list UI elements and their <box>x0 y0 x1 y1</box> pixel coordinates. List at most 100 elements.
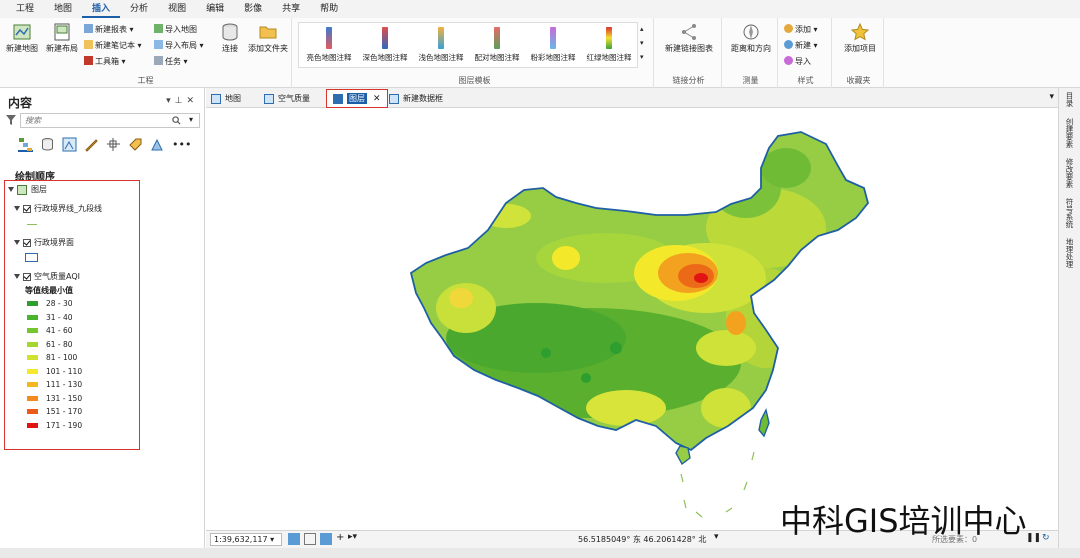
play-icon[interactable]: ▸▾ <box>348 532 357 542</box>
tab-project[interactable]: 工程 <box>6 0 44 18</box>
legend-swatch <box>27 368 38 374</box>
list-by-perspective-icon[interactable] <box>150 137 165 152</box>
import-layout-button[interactable]: 导入布局 ▾ <box>154 40 204 51</box>
view-tab-layers[interactable]: 图层 ✕ <box>326 89 388 108</box>
import-map-icon <box>154 24 163 33</box>
map-view[interactable] <box>206 108 1058 530</box>
layer-visibility-checkbox[interactable] <box>23 238 31 247</box>
pane-controls: ▾⊥✕ <box>166 96 198 106</box>
rail-tab-geoprocessing[interactable]: 地理处理 <box>1064 238 1075 268</box>
ribbon-tab-bar: 工程 地图 插入 分析 视图 编辑 影像 共享 帮助 <box>0 0 1080 18</box>
refresh-icon[interactable]: ↻ <box>1042 533 1050 543</box>
tab-insert[interactable]: 插入 <box>82 0 121 18</box>
legend-label: 131 - 150 <box>46 393 83 403</box>
tab-imagery[interactable]: 影像 <box>234 0 272 18</box>
style-new-button[interactable]: 新建 ▾ <box>784 40 818 51</box>
view-tab-air-quality[interactable]: 空气质量 <box>264 91 310 106</box>
template-pastel[interactable]: 粉彩地图注释 <box>525 25 581 63</box>
toolbox-button[interactable]: 工具箱 ▾ <box>84 56 126 67</box>
tree-root-row[interactable]: 图层 <box>8 184 47 195</box>
new-report-button[interactable]: 新建报表 ▾ <box>84 24 134 35</box>
list-by-selection-icon[interactable] <box>62 137 77 152</box>
color-ramp-icon <box>326 27 332 49</box>
project-group-label: 工程 <box>137 76 154 85</box>
layer-visibility-checkbox[interactable] <box>23 204 31 213</box>
rail-tab-symbology[interactable]: 符号系统 <box>1064 198 1075 228</box>
expand-icon[interactable] <box>14 274 20 279</box>
navigate-icon[interactable]: + <box>336 532 344 543</box>
search-icon[interactable] <box>172 116 181 125</box>
tab-map[interactable]: 地图 <box>44 0 82 18</box>
gallery-expand[interactable]: ▾ <box>640 52 644 63</box>
new-layout-button[interactable]: 新建布局 <box>42 22 82 54</box>
pause-icon[interactable]: ❚❚ <box>1026 533 1041 543</box>
new-link-chart-label: 新建链接图表 <box>665 44 713 53</box>
legend-swatch <box>27 382 38 387</box>
list-by-labeling-icon[interactable] <box>128 137 143 152</box>
add-item-button[interactable]: 添加项目 <box>838 22 882 54</box>
expand-icon[interactable] <box>14 206 20 211</box>
hainan-island <box>675 445 691 466</box>
gallery-scroll-up[interactable]: ▴ <box>640 24 644 35</box>
tab-overflow-icon[interactable]: ▾ <box>1049 92 1054 102</box>
tab-share[interactable]: 共享 <box>272 0 310 18</box>
legend-label: 151 - 170 <box>46 407 83 416</box>
extent-icon[interactable] <box>320 533 332 545</box>
view-tab-map[interactable]: 地图 <box>211 91 241 106</box>
view-tab-new-data-frame[interactable]: 新建数据框 <box>389 91 443 106</box>
layer-row-admin-boundary[interactable]: 行政境界面 <box>14 237 74 248</box>
rail-tab-catalog[interactable]: 目录 <box>1064 92 1075 107</box>
style-import-button[interactable]: 导入 <box>784 56 811 67</box>
measure-label: 测量 <box>742 76 759 85</box>
tab-help[interactable]: 帮助 <box>310 0 348 18</box>
new-map-icon <box>13 24 31 40</box>
tab-analysis[interactable]: 分析 <box>120 0 158 18</box>
legend-swatch <box>27 341 38 347</box>
close-icon[interactable]: ✕ <box>186 96 198 106</box>
rail-tab-modify-features[interactable]: 修改要素 <box>1064 158 1075 188</box>
view-tab-label: 新建数据框 <box>403 94 443 103</box>
import-map-button[interactable]: 导入地图 <box>154 24 197 35</box>
layer-visibility-checkbox[interactable] <box>23 272 31 281</box>
layer-row-nine-dash[interactable]: 行政境界线_九段线 <box>14 203 102 214</box>
gallery-scroll-down[interactable]: ▾ <box>640 38 644 49</box>
expand-icon[interactable] <box>14 240 20 245</box>
close-tab-icon[interactable]: ✕ <box>373 94 381 104</box>
tab-edit[interactable]: 编辑 <box>196 0 234 18</box>
fixed-zoom-icon[interactable] <box>288 533 300 545</box>
layer-label: 空气质量AQI <box>34 272 80 281</box>
distance-direction-button[interactable]: 距离和方向 <box>726 22 776 54</box>
pane-menu-icon[interactable]: ▾ <box>166 96 175 106</box>
new-map-button[interactable]: 新建地图 <box>2 22 42 54</box>
template-dark[interactable]: 深色地图注释 <box>357 25 413 63</box>
legend-swatch <box>27 409 38 414</box>
expand-icon[interactable] <box>8 187 14 192</box>
new-notebook-button[interactable]: 新建笔记本 ▾ <box>84 40 142 51</box>
scale-selector[interactable]: 1:39,632,117 ▾ <box>210 533 282 546</box>
template-pale[interactable]: 浅色地图注释 <box>413 25 469 63</box>
layer-row-aqi[interactable]: 空气质量AQI <box>14 271 80 282</box>
tab-view[interactable]: 视图 <box>158 0 196 18</box>
style-add-button[interactable]: 添加 ▾ <box>784 24 818 35</box>
template-paired[interactable]: 配对地图注释 <box>469 25 525 63</box>
link-analysis-label: 链接分析 <box>672 76 705 85</box>
list-by-source-icon[interactable] <box>40 137 55 152</box>
style-new-label: 新建 <box>795 41 811 50</box>
new-link-chart-button[interactable]: 新建链接图表 <box>660 22 718 54</box>
pin-icon[interactable]: ⊥ <box>175 96 187 106</box>
filter-icon[interactable] <box>6 115 16 126</box>
template-label: 红绿地图注释 <box>586 53 632 62</box>
template-red-green[interactable]: 红绿地图注释 <box>581 25 637 63</box>
more-options-icon[interactable]: ••• <box>172 137 191 152</box>
add-folder-button[interactable]: 添加文件夹 <box>244 22 292 54</box>
template-light[interactable]: 亮色地图注释 <box>301 25 357 63</box>
grid-icon[interactable] <box>304 533 316 545</box>
list-by-editing-icon[interactable] <box>84 137 99 152</box>
list-by-snapping-icon[interactable] <box>106 137 121 152</box>
search-dropdown-icon[interactable]: ▾ <box>189 115 193 124</box>
coords-dropdown-icon[interactable]: ▾ <box>714 532 719 542</box>
task-button[interactable]: 任务 ▾ <box>154 56 188 67</box>
rail-tab-create-features[interactable]: 创建要素 <box>1064 118 1075 148</box>
distance-direction-label: 距离和方向 <box>731 44 771 53</box>
list-by-drawing-order-icon[interactable] <box>18 137 33 152</box>
